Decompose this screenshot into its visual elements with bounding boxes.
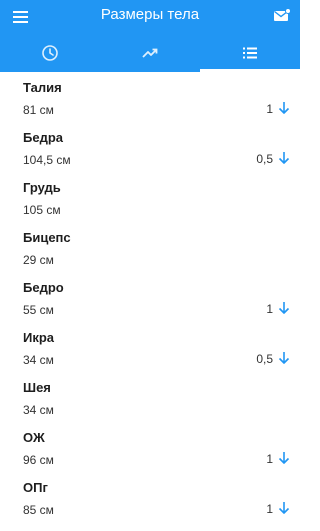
mail-icon[interactable] bbox=[272, 6, 292, 26]
measurement-value: 105 см bbox=[23, 203, 61, 217]
page-title: Размеры тела bbox=[100, 6, 200, 23]
list-item[interactable]: Икра 34 см 0,5 bbox=[0, 322, 300, 372]
measurement-name: Бедро bbox=[23, 280, 64, 295]
measurement-name: ОПг bbox=[23, 480, 48, 495]
toolbar: Размеры тела bbox=[0, 0, 300, 33]
measurement-name: ОЖ bbox=[23, 430, 45, 445]
measurement-change: 1 bbox=[266, 502, 273, 516]
list-icon bbox=[243, 47, 257, 58]
measurement-value: 96 см bbox=[23, 453, 54, 467]
measurement-name: Бедра bbox=[23, 130, 63, 145]
arrow-down-icon bbox=[278, 501, 290, 515]
measurement-change: 1 bbox=[266, 302, 273, 316]
measurement-value: 55 см bbox=[23, 303, 54, 317]
measurement-change: 1 bbox=[266, 102, 273, 116]
measurement-change: 0,5 bbox=[256, 352, 273, 366]
measurement-name: Икра bbox=[23, 330, 55, 345]
list-item[interactable]: Талия 81 см 1 bbox=[0, 72, 300, 122]
clock-icon bbox=[42, 44, 58, 61]
arrow-down-icon bbox=[278, 301, 290, 315]
measurement-value: 81 см bbox=[23, 103, 54, 117]
list-item[interactable]: Грудь 105 см bbox=[0, 172, 300, 222]
app-bar: Размеры тела bbox=[0, 0, 300, 72]
arrow-down-icon bbox=[278, 451, 290, 465]
list-item[interactable]: Бедро 55 см 1 bbox=[0, 272, 300, 322]
measurement-value: 34 см bbox=[23, 353, 54, 367]
trending-up-icon bbox=[142, 48, 158, 58]
list-item[interactable]: Бедра 104,5 см 0,5 bbox=[0, 122, 300, 172]
measurement-value: 85 см bbox=[23, 503, 54, 517]
measurement-value: 29 см bbox=[23, 253, 54, 267]
measurement-name: Шея bbox=[23, 380, 51, 395]
list-item[interactable]: Шея 34 см bbox=[0, 372, 300, 422]
tab-list[interactable] bbox=[200, 33, 300, 72]
measurement-value: 104,5 см bbox=[23, 153, 71, 167]
arrow-down-icon bbox=[278, 351, 290, 365]
measurement-name: Талия bbox=[23, 80, 62, 95]
measurement-name: Бицепс bbox=[23, 230, 71, 245]
arrow-down-icon bbox=[278, 151, 290, 165]
arrow-down-icon bbox=[278, 101, 290, 115]
measurement-change: 0,5 bbox=[256, 152, 273, 166]
list-item[interactable]: ОЖ 96 см 1 bbox=[0, 422, 300, 472]
measurement-name: Грудь bbox=[23, 180, 61, 195]
tab-history[interactable] bbox=[0, 33, 100, 72]
list-item[interactable]: ОПг 85 см 1 bbox=[0, 472, 300, 522]
tab-bar bbox=[0, 33, 300, 72]
tab-chart[interactable] bbox=[100, 33, 200, 72]
measurements-list: Талия 81 см 1 Бедра 104,5 см 0,5 Грудь 105 см Би… bbox=[0, 72, 300, 522]
list-item[interactable]: Бицепс 29 см bbox=[0, 222, 300, 272]
measurement-value: 34 см bbox=[23, 403, 54, 417]
measurement-change: 1 bbox=[266, 452, 273, 466]
